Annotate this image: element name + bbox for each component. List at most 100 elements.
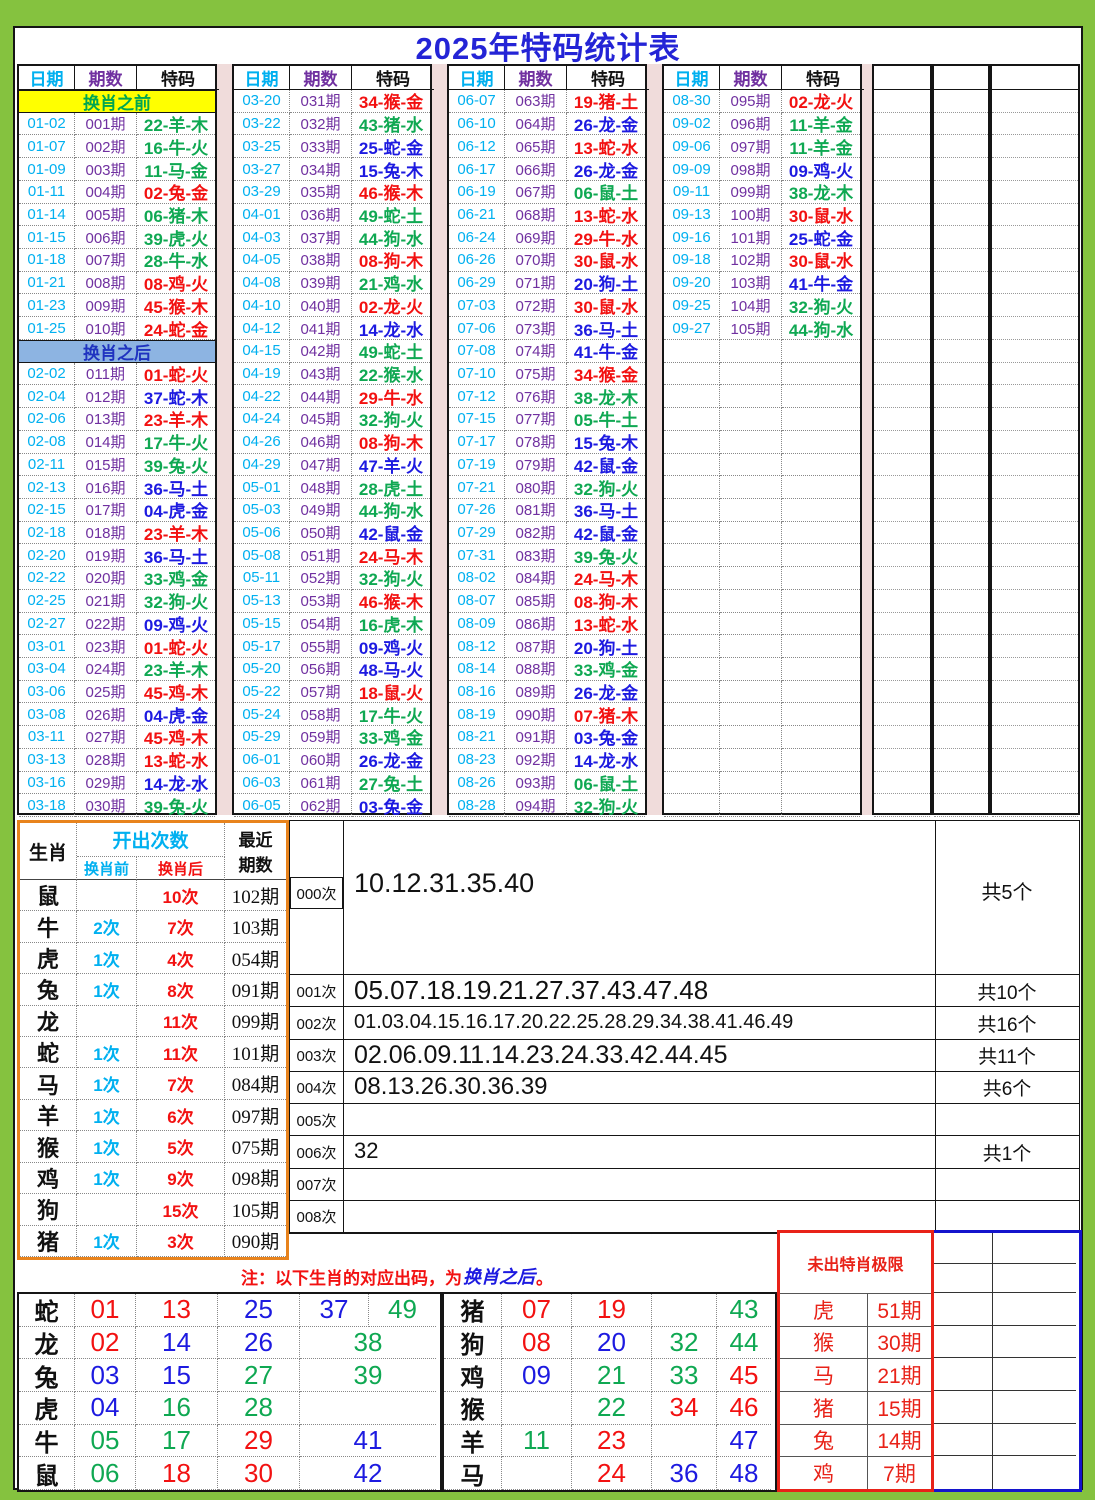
count-after: 3次 xyxy=(137,1226,225,1257)
period-cell: 092期 xyxy=(505,749,567,772)
special-code-cell: 32-狗-火 xyxy=(352,567,430,590)
date-cell: 02-18 xyxy=(19,522,75,545)
date-cell: 01-15 xyxy=(19,226,75,249)
number-cell: 09 xyxy=(502,1359,572,1392)
period-cell: 040期 xyxy=(290,294,352,317)
period-cell xyxy=(720,522,782,545)
empty-slot xyxy=(934,113,988,136)
date-cell: 09-25 xyxy=(664,294,720,317)
limit-period: 7期 xyxy=(868,1456,931,1489)
date-cell: 07-10 xyxy=(449,363,505,386)
date-header: 日期 xyxy=(234,66,290,90)
special-code-cell: 45-猴-木 xyxy=(137,294,215,317)
empty-notes-hline xyxy=(934,1423,1076,1424)
special-code-cell xyxy=(782,635,860,658)
period-cell: 002期 xyxy=(75,135,137,158)
date-cell: 09-18 xyxy=(664,249,720,272)
special-code-cell: 03-兔-金 xyxy=(352,794,430,817)
date-cell: 05-22 xyxy=(234,681,290,704)
count-after: 11次 xyxy=(137,1006,225,1037)
special-code-cell xyxy=(782,408,860,431)
number-cell: 08 xyxy=(502,1327,572,1360)
empty-slot xyxy=(992,204,1078,227)
special-code-cell: 16-牛-火 xyxy=(137,135,215,158)
zodiac-name: 猪 xyxy=(20,1226,77,1257)
period-cell: 012期 xyxy=(75,385,137,408)
period-cell xyxy=(720,431,782,454)
date-cell: 06-05 xyxy=(234,794,290,817)
period-cell: 079期 xyxy=(505,454,567,477)
period-cell xyxy=(720,703,782,726)
special-code-cell: 39-兔-火 xyxy=(137,454,215,477)
special-code-cell: 39-兔-火 xyxy=(567,544,645,567)
period-cell: 063期 xyxy=(505,90,567,113)
limit-zodiac: 虎 xyxy=(780,1293,868,1326)
date-cell: 04-05 xyxy=(234,249,290,272)
count-row-007次: 007次 xyxy=(290,1169,1079,1201)
page-title: 2025年特码统计表 xyxy=(15,28,1081,62)
empty-slot xyxy=(874,544,930,567)
empty-slot xyxy=(992,703,1078,726)
special-code-cell: 13-蛇-水 xyxy=(567,135,645,158)
zodiac-name: 鸡 xyxy=(20,1163,77,1194)
date-cell: 09-02 xyxy=(664,113,720,136)
empty-slot xyxy=(874,158,930,181)
empty-slot xyxy=(934,658,988,681)
note-row: 注：以下生肖的对应出码，为换肖之后。 xyxy=(17,1260,777,1292)
date-cell: 07-26 xyxy=(449,499,505,522)
before-header: 换肖前 xyxy=(77,857,137,880)
special-code-cell: 15-兔-木 xyxy=(352,158,430,181)
empty-slot xyxy=(934,317,988,340)
group-gap xyxy=(217,64,232,815)
date-cell xyxy=(664,567,720,590)
special-code-cell: 17-牛-火 xyxy=(352,703,430,726)
recent-period: 105期 xyxy=(225,1194,286,1225)
date-cell: 02-15 xyxy=(19,499,75,522)
period-cell: 031期 xyxy=(290,90,352,113)
date-cell: 05-06 xyxy=(234,522,290,545)
date-cell: 01-11 xyxy=(19,181,75,204)
special-code-cell: 32-狗-火 xyxy=(352,408,430,431)
empty-slot xyxy=(934,431,988,454)
period-cell: 075期 xyxy=(505,363,567,386)
empty-slot xyxy=(934,772,988,795)
date-cell xyxy=(664,703,720,726)
period-cell: 046期 xyxy=(290,431,352,454)
special-code-cell: 48-马-火 xyxy=(352,658,430,681)
numbers-total xyxy=(935,1201,1079,1233)
zodiac-name: 狗 xyxy=(20,1194,77,1225)
period-cell: 027期 xyxy=(75,726,137,749)
date-cell: 09-06 xyxy=(664,135,720,158)
special-code-cell: 38-龙-木 xyxy=(567,385,645,408)
special-code-cell: 49-蛇-土 xyxy=(352,340,430,363)
period-cell: 072期 xyxy=(505,294,567,317)
after-header: 换肖后 xyxy=(137,857,225,880)
date-cell: 07-03 xyxy=(449,294,505,317)
date-cell: 09-11 xyxy=(664,181,720,204)
empty-slot xyxy=(874,272,930,295)
period-cell xyxy=(720,613,782,636)
empty-slot xyxy=(874,431,930,454)
count-label: 008次 xyxy=(290,1201,343,1233)
period-cell xyxy=(720,408,782,431)
recent-period: 084期 xyxy=(225,1069,286,1100)
period-cell: 021期 xyxy=(75,590,137,613)
special-code-cell: 42-鼠-金 xyxy=(567,522,645,545)
zodiac-name: 羊 xyxy=(20,1100,77,1131)
note-emphasis: 换肖之后 xyxy=(463,1263,535,1289)
date-cell: 02-20 xyxy=(19,544,75,567)
empty-slot xyxy=(874,772,930,795)
period-cell: 060期 xyxy=(290,749,352,772)
empty-slot xyxy=(874,113,930,136)
special-code-cell: 02-龙-火 xyxy=(782,90,860,113)
date-cell: 07-12 xyxy=(449,385,505,408)
empty-slot xyxy=(874,135,930,158)
zodiac-cell: 狗 xyxy=(444,1327,502,1360)
period-cell: 061期 xyxy=(290,772,352,795)
zodiac-name: 马 xyxy=(20,1069,77,1100)
special-code-cell: 28-虎-土 xyxy=(352,476,430,499)
date-cell: 03-16 xyxy=(19,772,75,795)
period-cell: 041期 xyxy=(290,317,352,340)
date-cell: 02-25 xyxy=(19,590,75,613)
count-after: 7次 xyxy=(137,911,225,942)
